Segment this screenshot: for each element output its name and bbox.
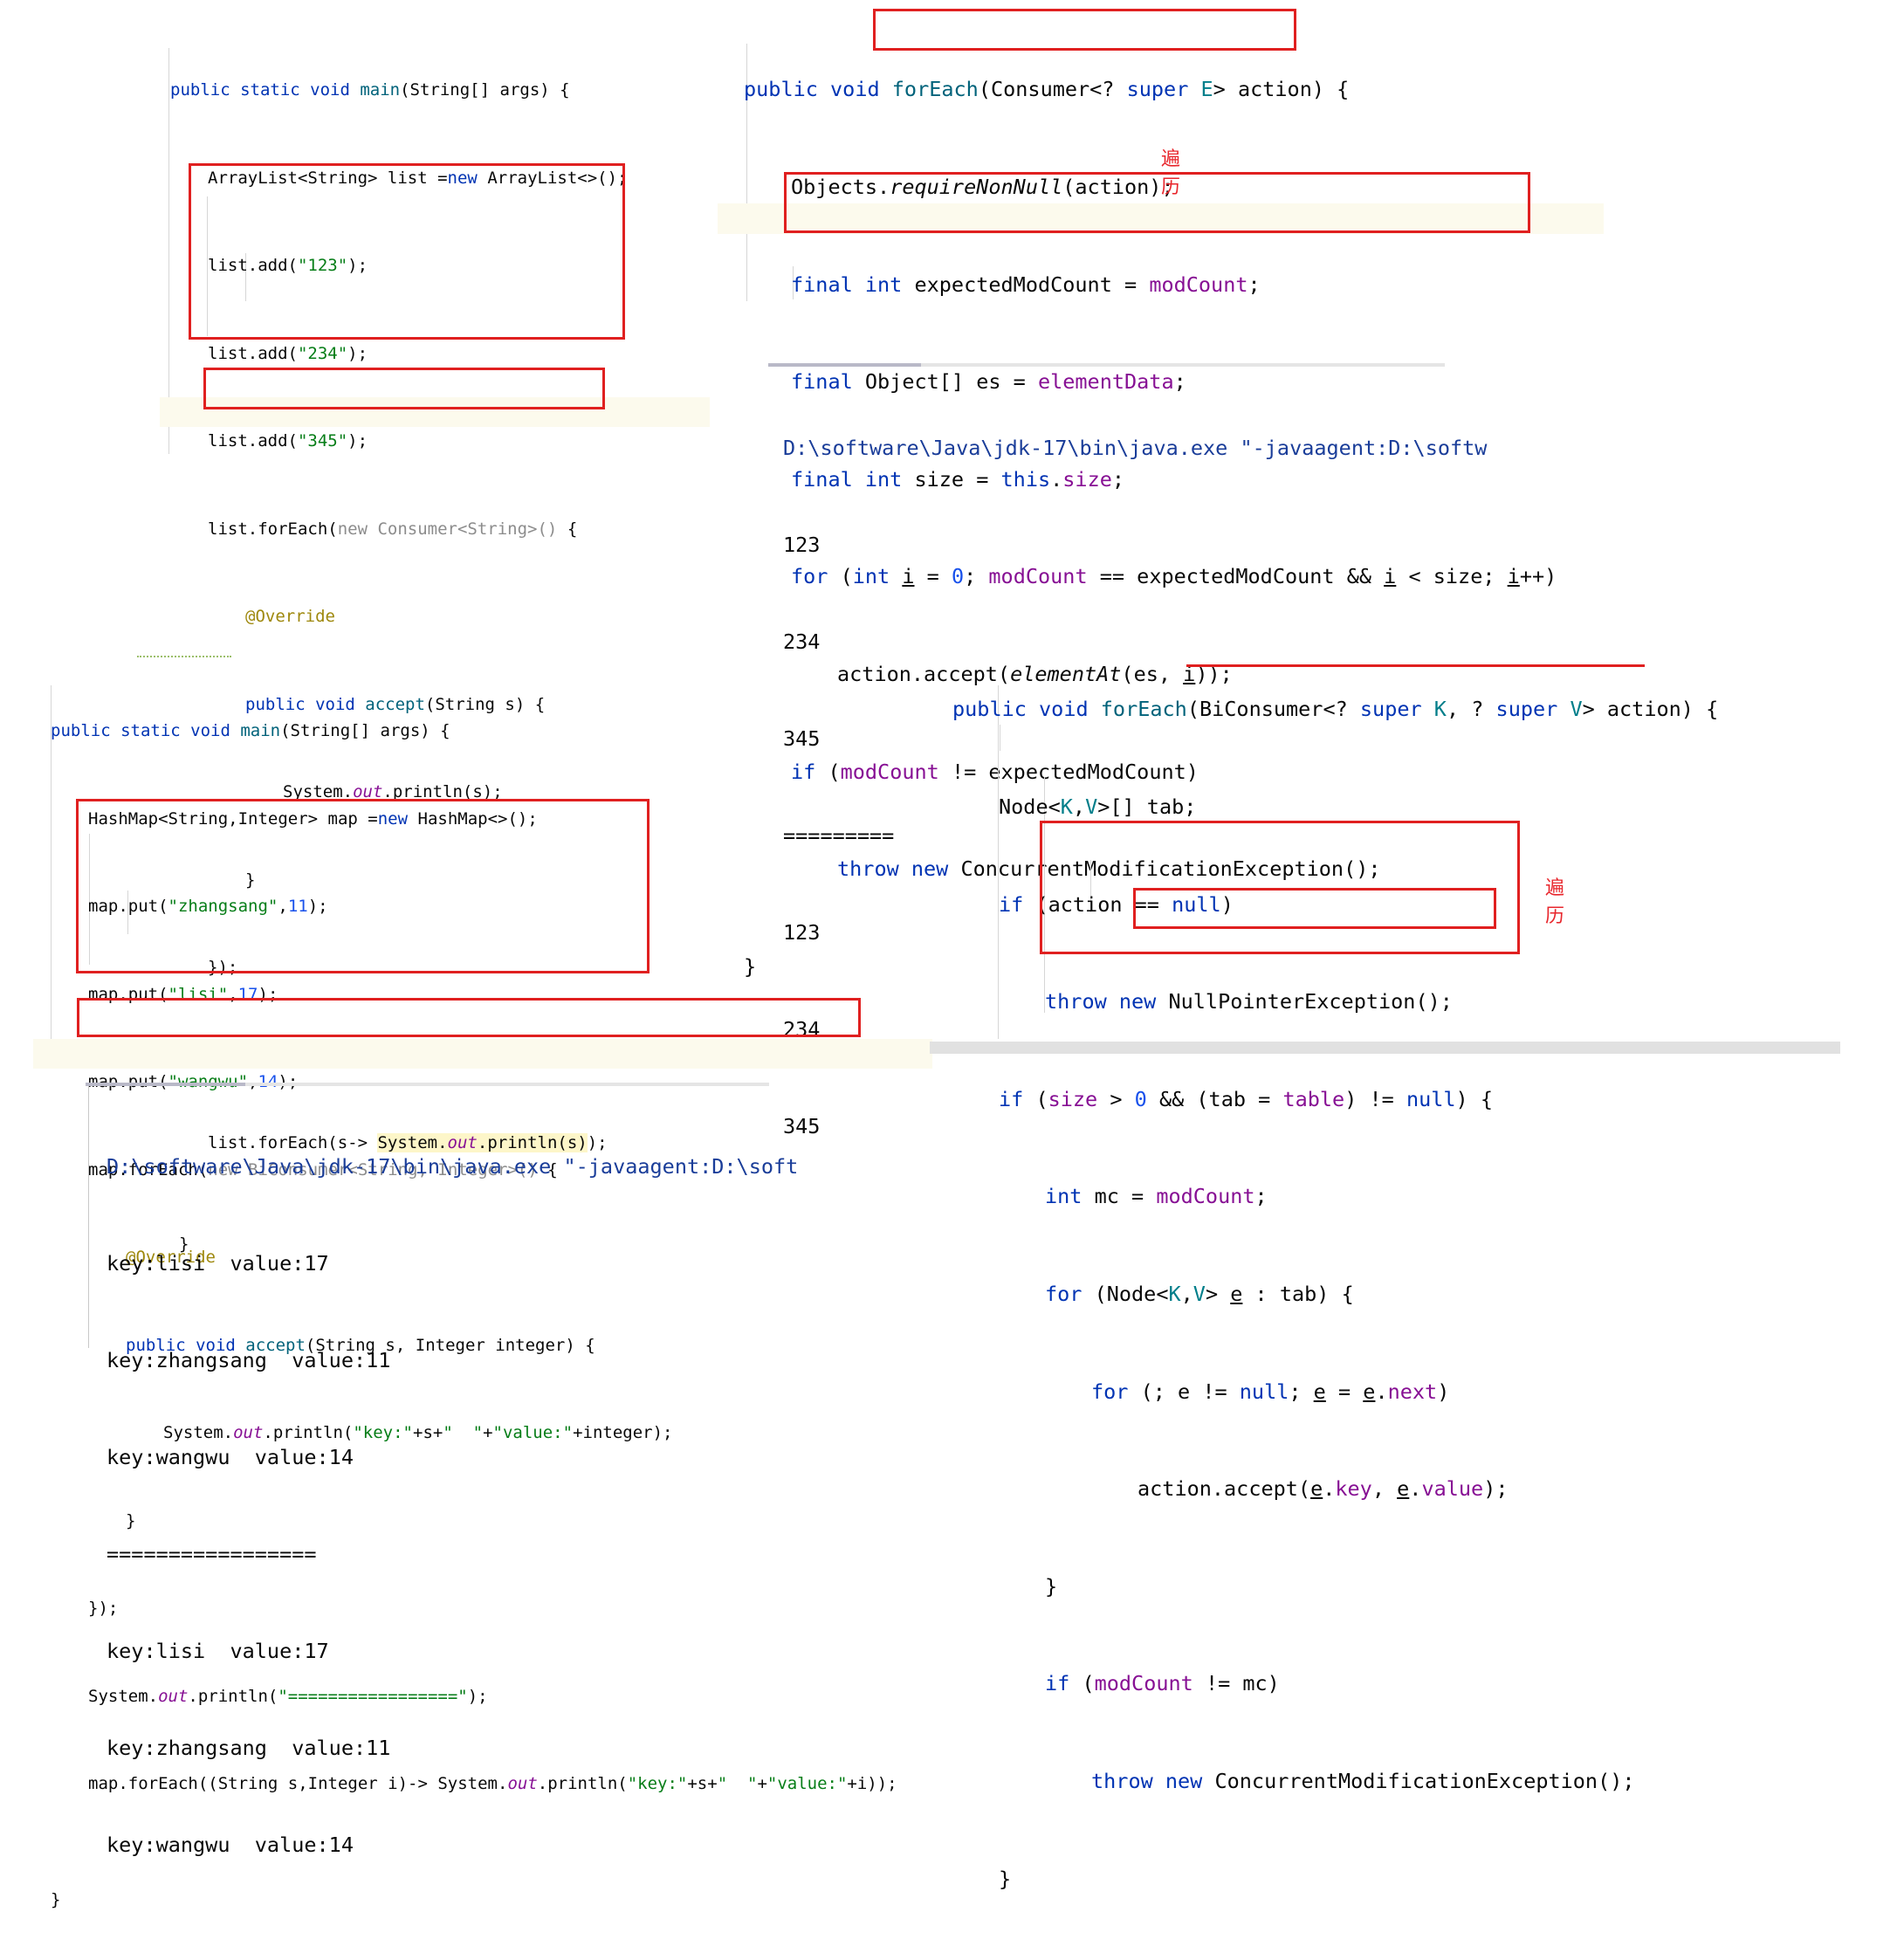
code-line: for (Node<K,V> e : tab) { (1045, 1281, 1354, 1306)
console-line: key:lisi value:17 (107, 1251, 329, 1276)
loop-highlight-box (784, 172, 1530, 233)
console-line: 123 (783, 533, 821, 557)
signature-underline (1186, 664, 1645, 667)
console-line: D:\software\Java\jdk-17\bin\java.exe "-j… (783, 436, 1488, 460)
anonymous-class-highlight-box (76, 799, 650, 973)
code-line: @Override (245, 607, 335, 626)
lambda-highlight-box (77, 998, 861, 1037)
code-line: throw new NullPointerException(); (1045, 989, 1453, 1014)
code-line: final int expectedModCount = modCount; (791, 272, 1261, 297)
console-line: key:wangwu value:14 (107, 1445, 354, 1469)
code-line: int mc = modCount; (1045, 1184, 1268, 1209)
indent-guide (168, 48, 169, 454)
console-line: key:zhangsang value:11 (107, 1736, 391, 1760)
console-tab-indicator (768, 363, 921, 367)
anonymous-class-highlight-box (189, 163, 625, 340)
console-line: key:zhangsang value:11 (107, 1348, 391, 1372)
warning-squiggle (137, 653, 231, 657)
console-line: D:\software\Java\jdk-17\bin\java.exe "-j… (107, 1154, 799, 1179)
code-line: throw new ConcurrentModificationExceptio… (1091, 1768, 1635, 1793)
console-line: key:wangwu value:14 (107, 1833, 354, 1857)
code-line: public static void main(String[] args) { (51, 721, 450, 740)
code-line: list.add("234"); (208, 343, 368, 363)
code-line: public static void main(String[] args) { (170, 80, 570, 100)
code-line: list.add("345"); (208, 431, 368, 450)
code-line: if (modCount != mc) (1045, 1671, 1280, 1696)
code-line: Node<K,V>[] tab; (999, 794, 1197, 819)
foreach-signature-highlight-box (873, 9, 1296, 51)
code-line: action.accept(e.key, e.value); (1138, 1476, 1509, 1502)
console-line: key:lisi value:17 (107, 1639, 329, 1663)
traverse-annotation-label: 遍历 (1545, 877, 1565, 927)
accept-call-highlight-box (1133, 888, 1496, 929)
code-line: } (999, 1866, 1012, 1891)
code-line: public void forEach(Consumer<? super E> … (744, 77, 1350, 102)
console-separator (921, 363, 1445, 367)
console-gutter (88, 1086, 89, 1348)
lambda-highlight-box (203, 368, 605, 409)
code-line: for (; e != null; e = e.next) (1091, 1379, 1450, 1404)
console-line: ================= (107, 1542, 317, 1566)
traverse-annotation-label: 遍历 (1161, 148, 1181, 198)
code-line: if (size > 0 && (tab = table) != null) { (999, 1086, 1493, 1111)
console-output: D:\software\Java\jdk-17\bin\java.exe "-j… (107, 1086, 798, 1926)
code-line: } (1045, 1573, 1058, 1599)
code-line: list.forEach(new Consumer<String>() { (208, 519, 578, 539)
code-line: public void forEach(BiConsumer<? super K… (952, 697, 1719, 722)
